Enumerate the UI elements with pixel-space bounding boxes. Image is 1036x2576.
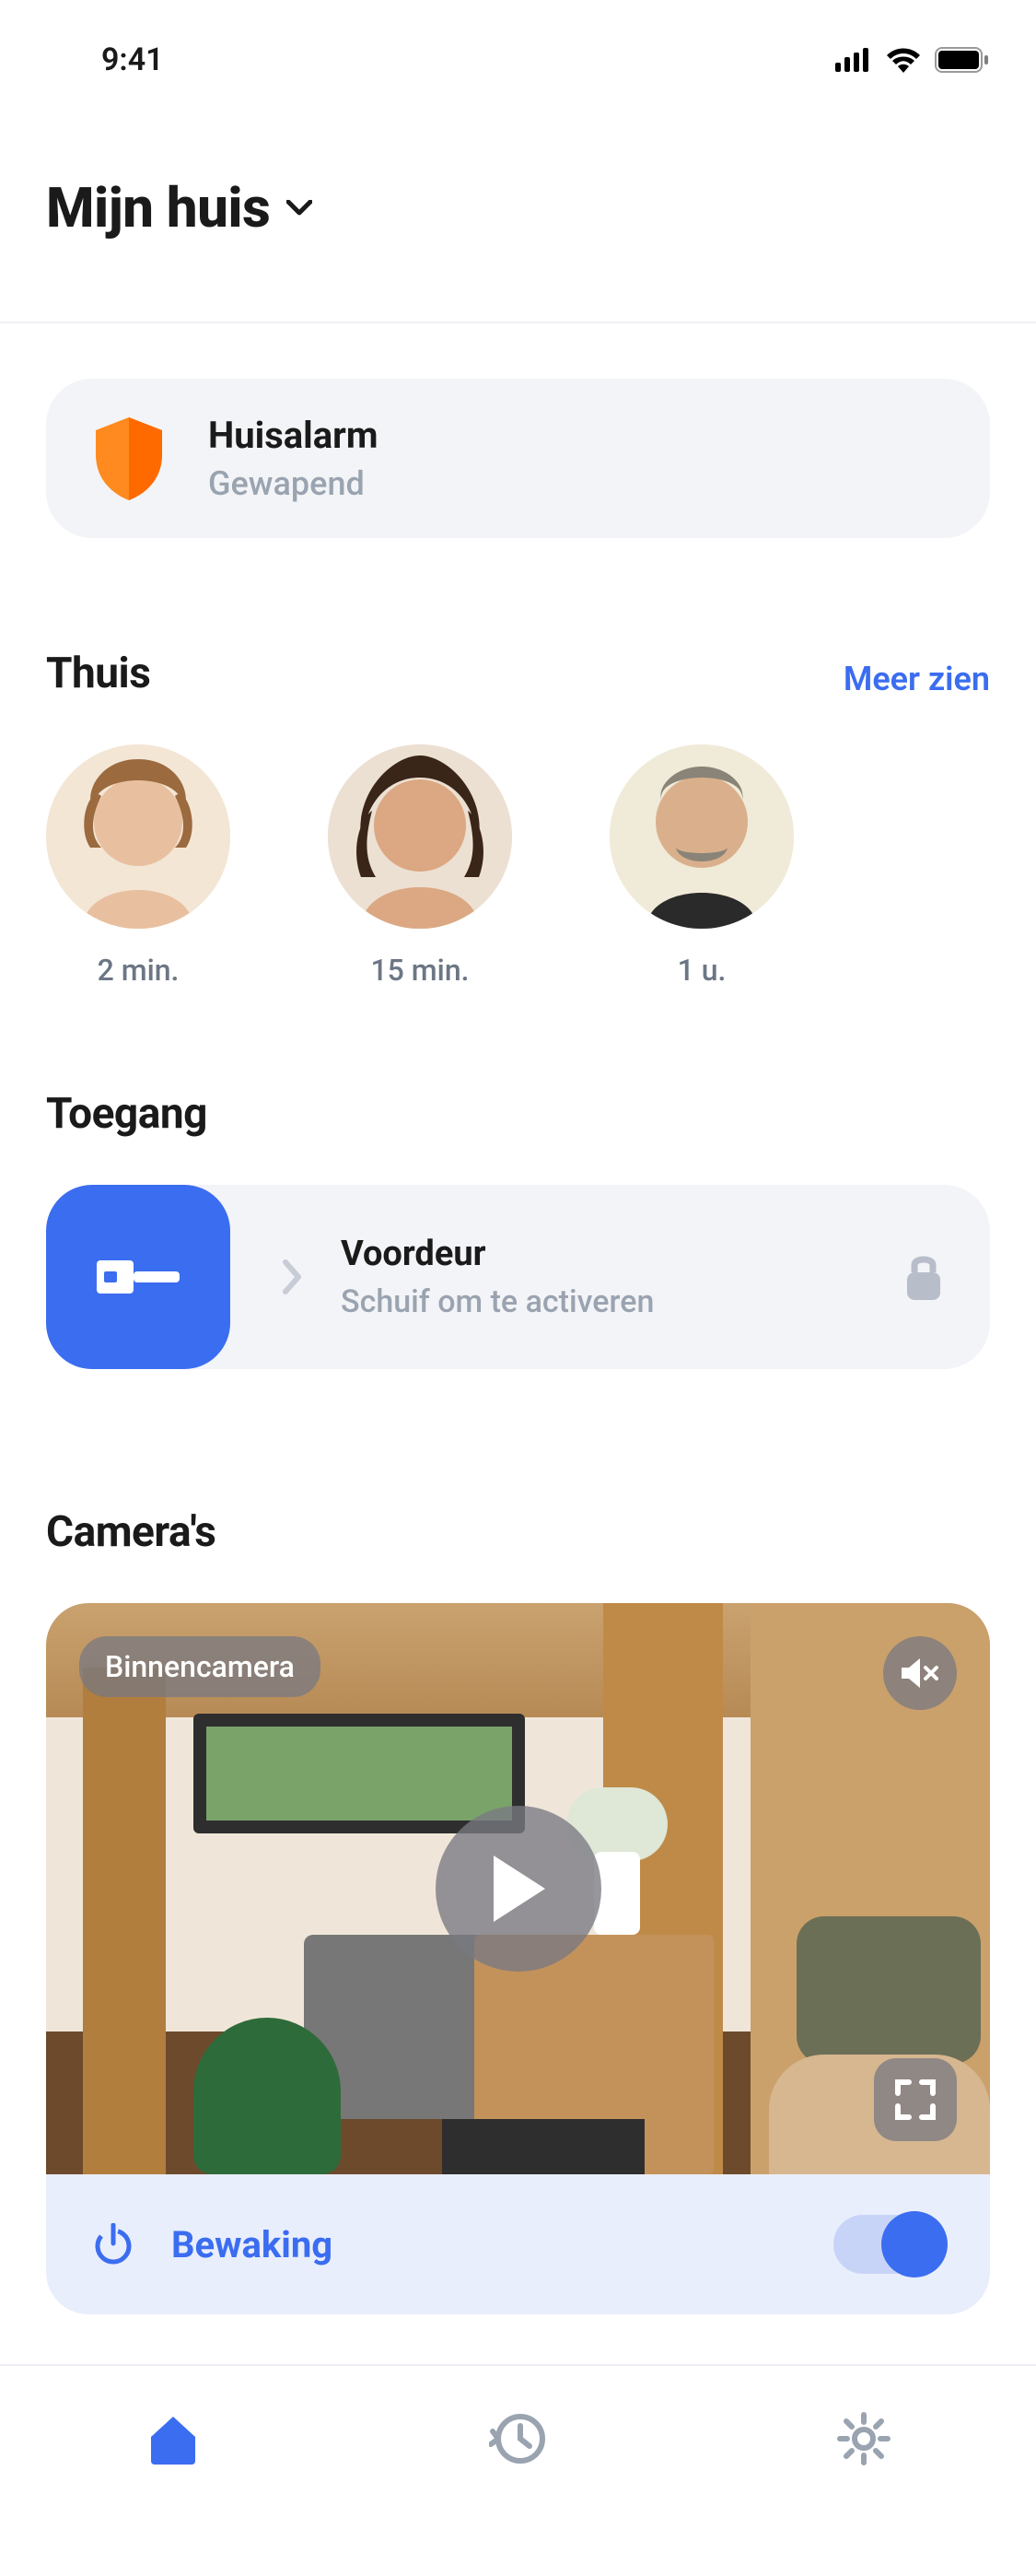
avatar: [46, 744, 230, 929]
mute-button[interactable]: [883, 1636, 957, 1710]
chevron-down-icon: [286, 200, 312, 217]
alarm-status: Gewapend: [208, 464, 378, 503]
status-bar: 9:41: [0, 0, 1036, 92]
camera-name-badge: Binnencamera: [79, 1636, 320, 1697]
person-item[interactable]: 1 u.: [610, 744, 794, 988]
avatar: [328, 744, 512, 929]
camera-card: Binnencamera Bewaking: [46, 1603, 990, 2314]
location-dropdown[interactable]: Mijn huis: [46, 175, 990, 240]
cameras-section-header: Camera's: [46, 1507, 990, 1557]
avatar: [610, 744, 794, 929]
camera-footer: Bewaking: [46, 2174, 990, 2314]
monitoring-toggle[interactable]: [833, 2215, 944, 2274]
wifi-icon: [885, 47, 922, 73]
alarm-card[interactable]: Huisalarm Gewapend: [46, 379, 990, 538]
see-more-link[interactable]: Meer zien: [844, 660, 990, 698]
status-time: 9:41: [101, 41, 164, 78]
cameras-section-title: Camera's: [46, 1507, 215, 1557]
gear-icon: [834, 2409, 893, 2468]
battery-icon: [935, 47, 990, 73]
alarm-title: Huisalarm: [208, 414, 378, 457]
expand-icon: [894, 2078, 937, 2121]
tab-history[interactable]: [486, 2406, 551, 2471]
speaker-muted-icon: [900, 1655, 940, 1692]
home-section-header: Thuis Meer zien: [46, 649, 990, 698]
person-time: 15 min.: [370, 953, 469, 988]
camera-preview[interactable]: Binnencamera: [46, 1603, 990, 2174]
status-indicators: [835, 47, 990, 73]
slide-instruction: Schuif om te activeren: [341, 1283, 903, 1320]
toggle-knob: [881, 2211, 948, 2277]
home-icon: [144, 2409, 203, 2468]
door-lock-icon: [97, 1251, 180, 1303]
play-icon: [486, 1852, 551, 1926]
alarm-text: Huisalarm Gewapend: [208, 414, 378, 503]
person-time: 2 min.: [98, 953, 180, 988]
chevron-right-icon: [282, 1259, 304, 1295]
tab-bar: [0, 2364, 1036, 2576]
shield-icon: [92, 417, 166, 500]
monitoring-label: Bewaking: [171, 2223, 797, 2266]
access-section-title: Toegang: [46, 1089, 207, 1139]
divider: [0, 322, 1036, 323]
history-icon: [489, 2409, 548, 2468]
access-section-header: Toegang: [46, 1089, 990, 1139]
cellular-icon: [835, 48, 872, 72]
access-text: Voordeur Schuif om te activeren: [341, 1234, 903, 1320]
person-time: 1 u.: [678, 953, 727, 988]
access-slider[interactable]: Voordeur Schuif om te activeren: [46, 1185, 990, 1369]
fullscreen-button[interactable]: [874, 2058, 957, 2141]
home-section-title: Thuis: [46, 649, 150, 698]
people-list: 2 min. 15 min. 1 u.: [46, 744, 990, 988]
tab-home[interactable]: [141, 2406, 205, 2471]
lock-icon: [903, 1252, 944, 1302]
person-item[interactable]: 2 min.: [46, 744, 230, 988]
header: Mijn huis: [0, 92, 1036, 281]
tab-settings[interactable]: [832, 2406, 896, 2471]
power-icon: [92, 2223, 134, 2266]
page-title: Mijn huis: [46, 175, 270, 240]
person-item[interactable]: 15 min.: [328, 744, 512, 988]
slider-handle[interactable]: [46, 1185, 230, 1369]
door-name: Voordeur: [341, 1234, 903, 1274]
play-button[interactable]: [436, 1806, 601, 1972]
